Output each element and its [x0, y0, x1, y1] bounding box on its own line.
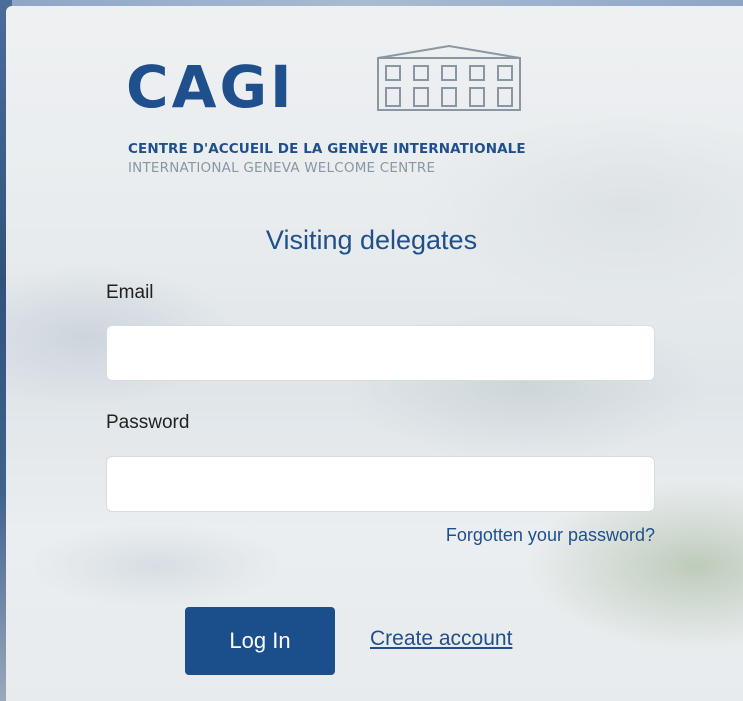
create-account-link[interactable]: Create account — [370, 627, 512, 651]
logo-english-name: INTERNATIONAL GENEVA WELCOME CENTRE — [128, 160, 436, 176]
logo-wordmark: CAGI — [126, 53, 295, 121]
building-icon — [377, 44, 521, 111]
forgot-password-link[interactable]: Forgotten your password? — [446, 525, 655, 546]
page-title: Visiting delegates — [265, 225, 478, 255]
logo-french-name: CENTRE D'ACCUEIL DE LA GENÈVE INTERNATIO… — [128, 141, 526, 157]
login-button[interactable]: Log In — [185, 607, 335, 675]
cagi-logo: CAGI CENTRE D'ACCUEIL DE LA GENÈVE INTER… — [126, 44, 646, 184]
password-field[interactable] — [106, 456, 655, 512]
email-field[interactable] — [106, 325, 655, 381]
password-label: Password — [106, 412, 190, 433]
email-label: Email — [106, 282, 154, 303]
